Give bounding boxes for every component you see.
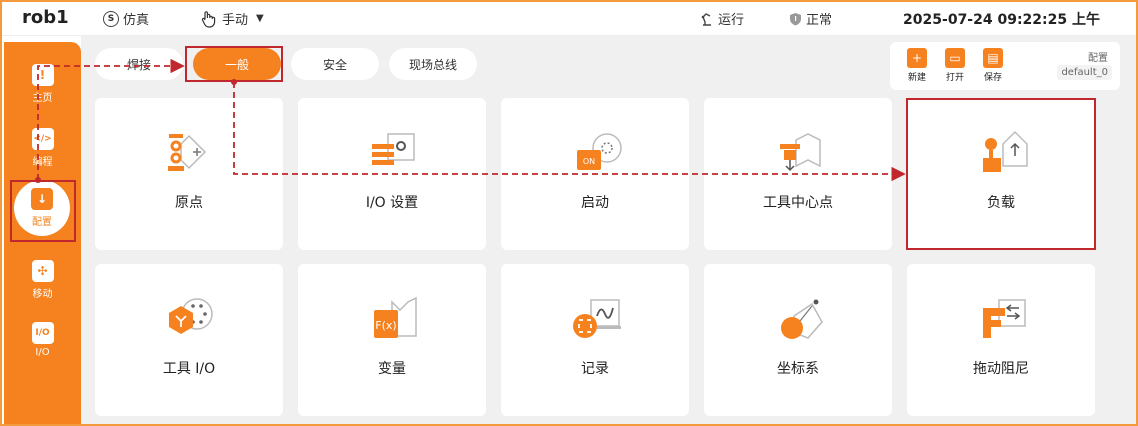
sidebar-item-label: I/O [35,347,50,358]
sidebar-item-label: 编程 [32,157,53,168]
highlight-general-tab [185,46,283,82]
log-icon [573,299,621,338]
chevron-down-icon: ▼ [256,13,264,24]
startup-icon: ON [577,133,622,170]
card-label: 工具 I/O [162,361,216,377]
card-tool-io[interactable]: 工具 I/O [95,264,283,416]
card-startup[interactable]: ON 启动 [501,98,689,250]
svg-text:ON: ON [583,157,595,166]
io-icon: I/O [31,322,54,344]
mode-dropdown[interactable]: 手动 ▼ [200,9,264,28]
sidebar-item-label: 移动 [32,289,53,300]
run-status: 运行 [700,9,744,28]
card-drag-damping[interactable]: 拖动阻尼 [907,264,1095,416]
card-label: 记录 [581,361,609,377]
card-variables[interactable]: F(x) 变量 [298,264,486,416]
sidebar-item-io[interactable]: I/O I/O [4,322,81,358]
tool-io-icon [169,298,213,334]
state-label: 正常 [806,13,833,28]
simulation-icon: S [103,10,119,27]
move-icon: ✣ [31,260,54,282]
file-icon: ▤ [983,48,1003,68]
new-button[interactable]: + 新建 [900,48,934,83]
plus-icon: + [907,48,927,68]
sidebar-item-label: 主页 [32,93,53,104]
save-label: 保存 [983,73,1002,83]
card-label: 启动 [581,195,609,211]
card-origin[interactable]: 原点 [95,98,283,250]
card-label: I/O 设置 [365,195,419,211]
code-icon: </> [31,128,54,150]
svg-text:F(x): F(x) [375,319,396,332]
simulation-toggle[interactable]: S 仿真 [103,9,149,28]
open-label: 打开 [945,73,964,83]
config-file-panel: + 新建 ▭ 打开 ▤ 保存 配置 default_0 [890,42,1120,90]
sidebar-item-move[interactable]: ✣ 移动 [4,260,81,300]
robot-name[interactable]: rob1 [22,7,69,28]
card-label: 坐标系 [777,361,819,377]
config-name: default_0 [1057,65,1112,80]
shield-icon [790,12,801,25]
home-icon: ! [31,64,54,86]
datetime: 2025-07-24 09:22:25 上午 [903,12,1100,28]
tab-safety[interactable]: 安全 [291,48,379,80]
top-bar: rob1 S 仿真 手动 ▼ 运行 正常 2025-07-24 09:22:25… [2,2,1136,36]
frames-icon [781,299,823,339]
card-io-settings[interactable]: I/O 设置 [298,98,486,250]
card-label: 工具中心点 [763,195,833,211]
open-button[interactable]: ▭ 打开 [938,48,972,83]
card-label: 变量 [378,361,406,377]
tcp-icon [780,133,821,172]
safety-status: 正常 [789,9,832,28]
robot-arm-icon [701,12,711,26]
io-settings-icon [372,133,415,165]
card-frames[interactable]: 坐标系 [704,264,892,416]
tab-bar: 焊接 一般 安全 现场总线 [95,48,478,80]
tab-welding[interactable]: 焊接 [95,48,183,80]
origin-icon [168,134,207,171]
card-label: 原点 [175,195,203,211]
drag-damping-icon [983,299,1026,338]
new-label: 新建 [907,73,926,83]
simulation-label: 仿真 [123,13,150,28]
card-label: 拖动阻尼 [973,361,1029,377]
tab-fieldbus[interactable]: 现场总线 [389,48,478,80]
config-title: 配置 [1088,53,1108,64]
folder-icon: ▭ [945,48,965,68]
sidebar-item-program[interactable]: </> 编程 [4,128,81,168]
variables-icon: F(x) [374,296,417,338]
hand-icon [201,10,216,28]
highlight-payload-card [906,98,1096,250]
save-button[interactable]: ▤ 保存 [976,48,1010,83]
run-label: 运行 [718,13,745,28]
mode-label: 手动 [222,13,249,28]
card-log[interactable]: 记录 [501,264,689,416]
sidebar-item-home[interactable]: ! 主页 [4,64,81,104]
card-tcp[interactable]: 工具中心点 [704,98,892,250]
highlight-config-nav [10,180,76,242]
